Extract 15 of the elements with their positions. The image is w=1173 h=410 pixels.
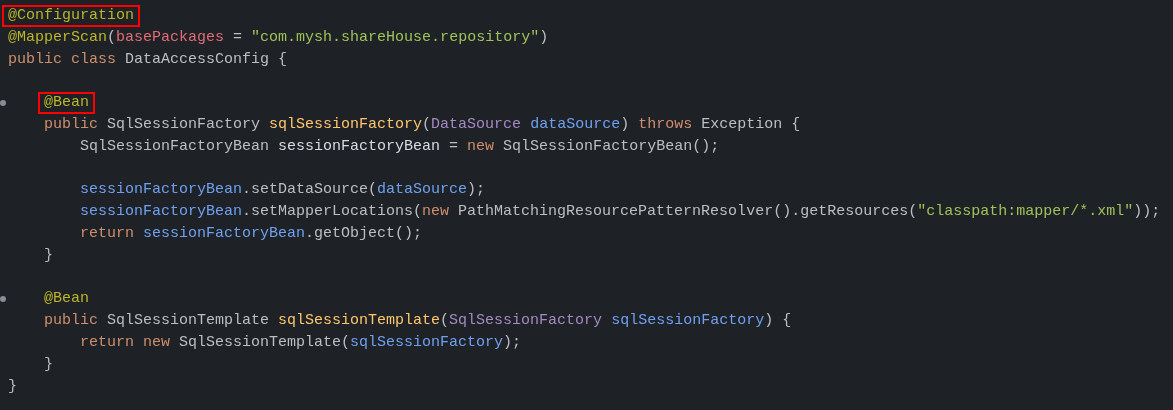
code-line: public SqlSessionTemplate sqlSessionTemplate(SqlSessionFactory sqlSessionFactory) { [44, 312, 792, 330]
code-line: return sessionFactoryBean.getObject(); [80, 224, 423, 242]
code-line: return new SqlSessionTemplate(sqlSessionFactory); [80, 333, 522, 351]
code-line: public class DataAccessConfig { [8, 50, 288, 68]
code-line: public SqlSessionFactory sqlSessionFactory(DataSource dataSource) throws Exception { [44, 116, 801, 133]
code-line: } [44, 355, 53, 373]
code-line: } [8, 377, 17, 395]
code-line: @Bean [44, 290, 89, 308]
code-line: sessionFactoryBean.setDataSource(dataSource); [80, 181, 486, 199]
highlighted-annotation: @Configuration [2, 5, 141, 27]
code-line: } [44, 246, 53, 264]
code-line: @MapperScan(basePackages = "com.mysh.shareHouse.repository") [8, 28, 549, 46]
code-line: sessionFactoryBean.setMapperLocations(new PathMatchingResourcePatternResolver().getResources("classpath:mapper/*.xml")); [80, 203, 1161, 221]
highlighted-annotation: @Bean [38, 92, 95, 115]
code-line: SqlSessionFactoryBean sessionFactoryBean = new SqlSessionFactoryBean(); [80, 137, 720, 155]
